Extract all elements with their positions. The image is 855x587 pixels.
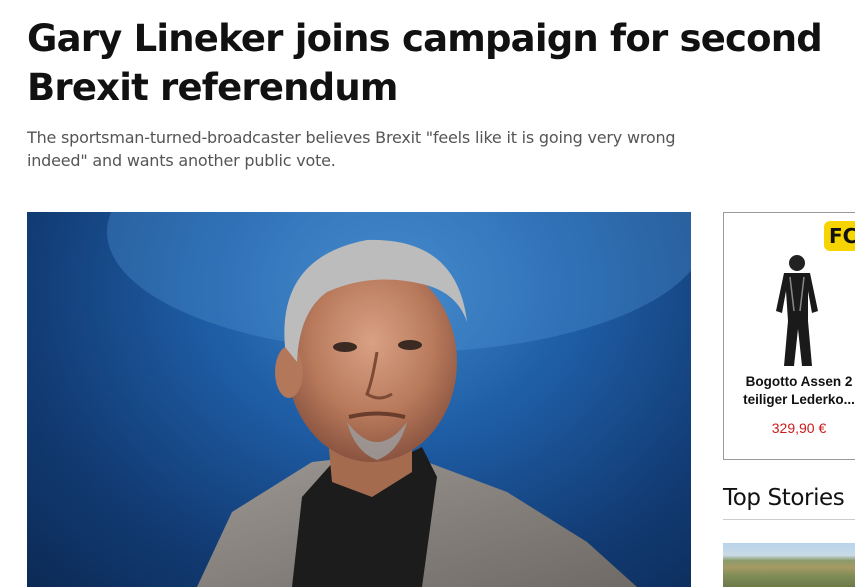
article-standfirst: The sportsman-turned-broadcaster believe… [27,128,676,170]
ad-product-name-line2: teiliger Lederko... [743,392,855,407]
hero-image [27,212,691,587]
section-divider [723,519,855,520]
ad-logo: FC [824,221,855,251]
top-stories-heading: Top Stories [723,485,845,511]
portrait-photo-icon [107,212,691,587]
advertisement[interactable]: FC Bogotto Assen 2 teiliger Lederko... 3… [723,212,855,460]
top-story-thumbnail[interactable] [723,543,855,587]
ad-product-name[interactable]: Bogotto Assen 2 teiliger Lederko... [734,373,855,409]
article-headline: Gary Lineker joins campaign for second B… [27,17,823,109]
ad-product-name-line1: Bogotto Assen 2 [745,374,853,389]
ad-price: 329,90 € [771,420,827,436]
leather-suit-icon [776,255,818,366]
